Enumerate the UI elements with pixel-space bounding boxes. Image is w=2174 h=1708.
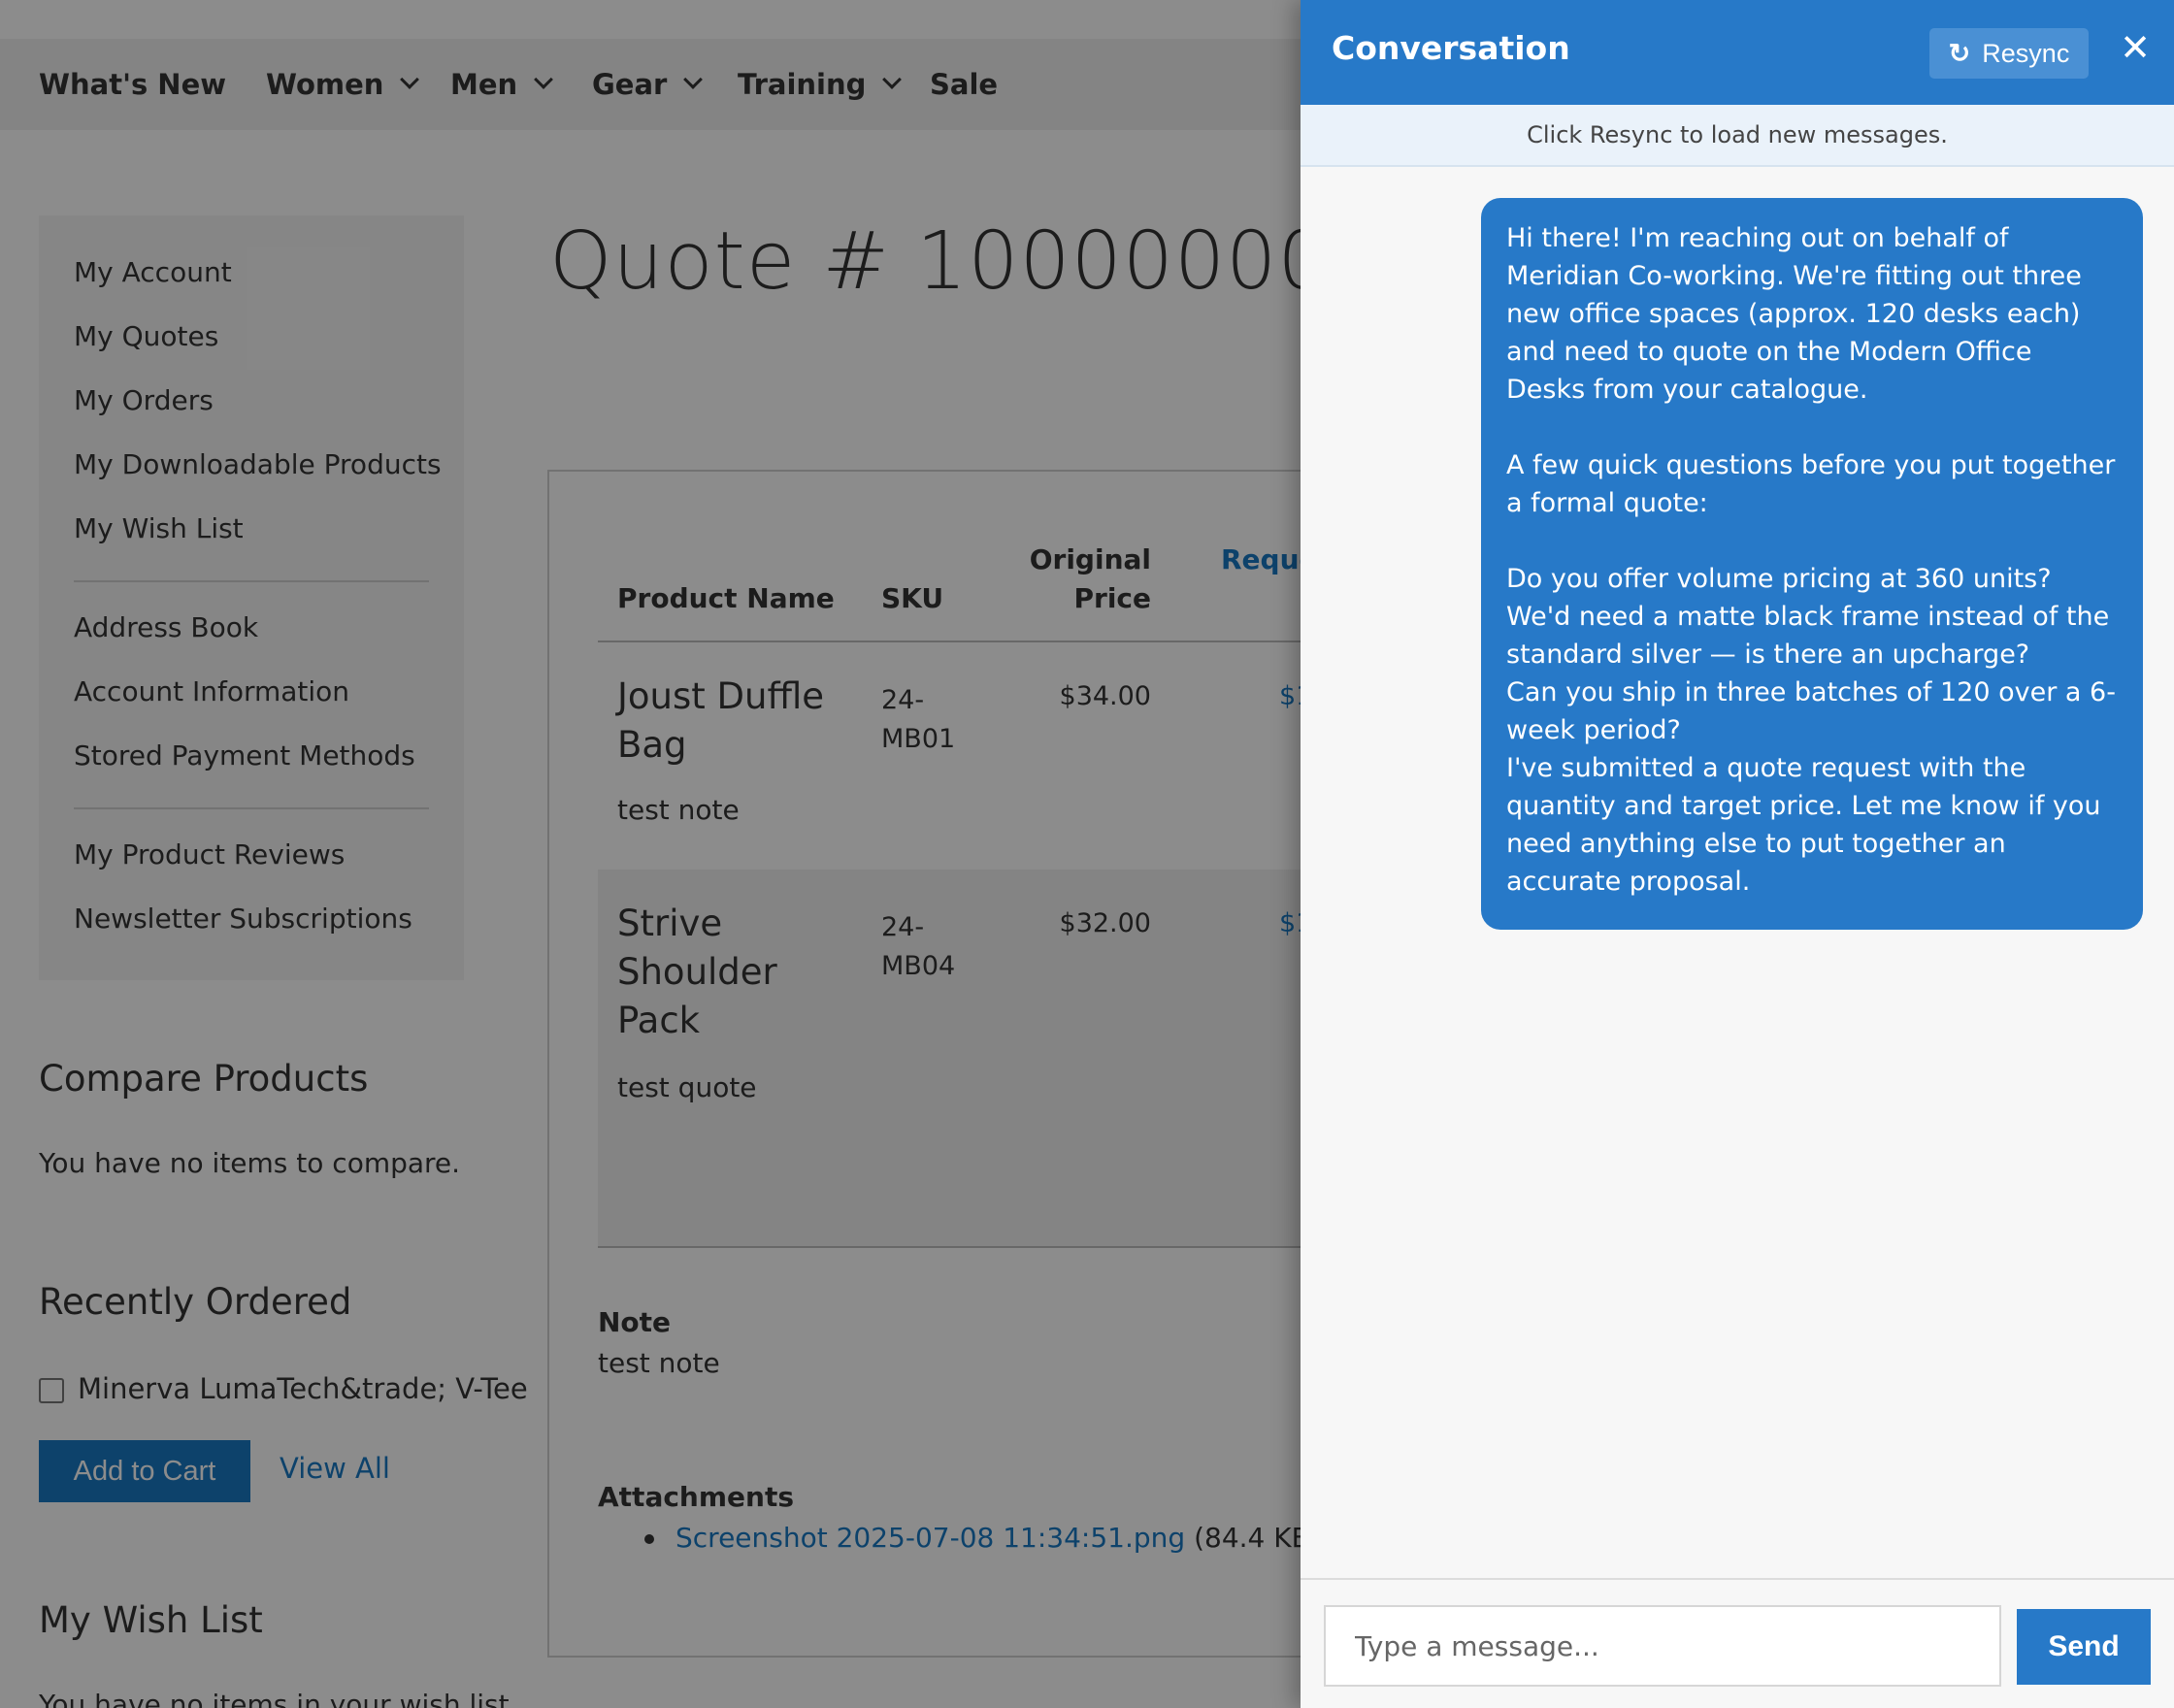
conversation-panel: Conversation ↻ Resync ✕ Click Resync to … <box>1301 0 2174 1708</box>
message-paragraph: Hi there! I'm reaching out on behalf of … <box>1506 223 2082 405</box>
message-paragraph: A few quick questions before you put tog… <box>1506 450 2116 518</box>
resync-button[interactable]: ↻ Resync <box>1929 28 2089 79</box>
message-composer: Send <box>1301 1578 2174 1708</box>
message-input[interactable] <box>1324 1605 2001 1687</box>
resync-hint-banner: Click Resync to load new messages. <box>1301 105 2174 167</box>
message-bubble: Hi there! I'm reaching out on behalf of … <box>1481 198 2143 930</box>
refresh-icon: ↻ <box>1948 38 1971 68</box>
conversation-header: Conversation ↻ Resync ✕ <box>1301 0 2174 105</box>
conversation-title: Conversation <box>1332 29 1570 67</box>
send-button[interactable]: Send <box>2017 1609 2151 1685</box>
message-paragraph: Do you offer volume pricing at 360 units… <box>1506 564 2116 897</box>
close-icon[interactable]: ✕ <box>2116 23 2155 72</box>
